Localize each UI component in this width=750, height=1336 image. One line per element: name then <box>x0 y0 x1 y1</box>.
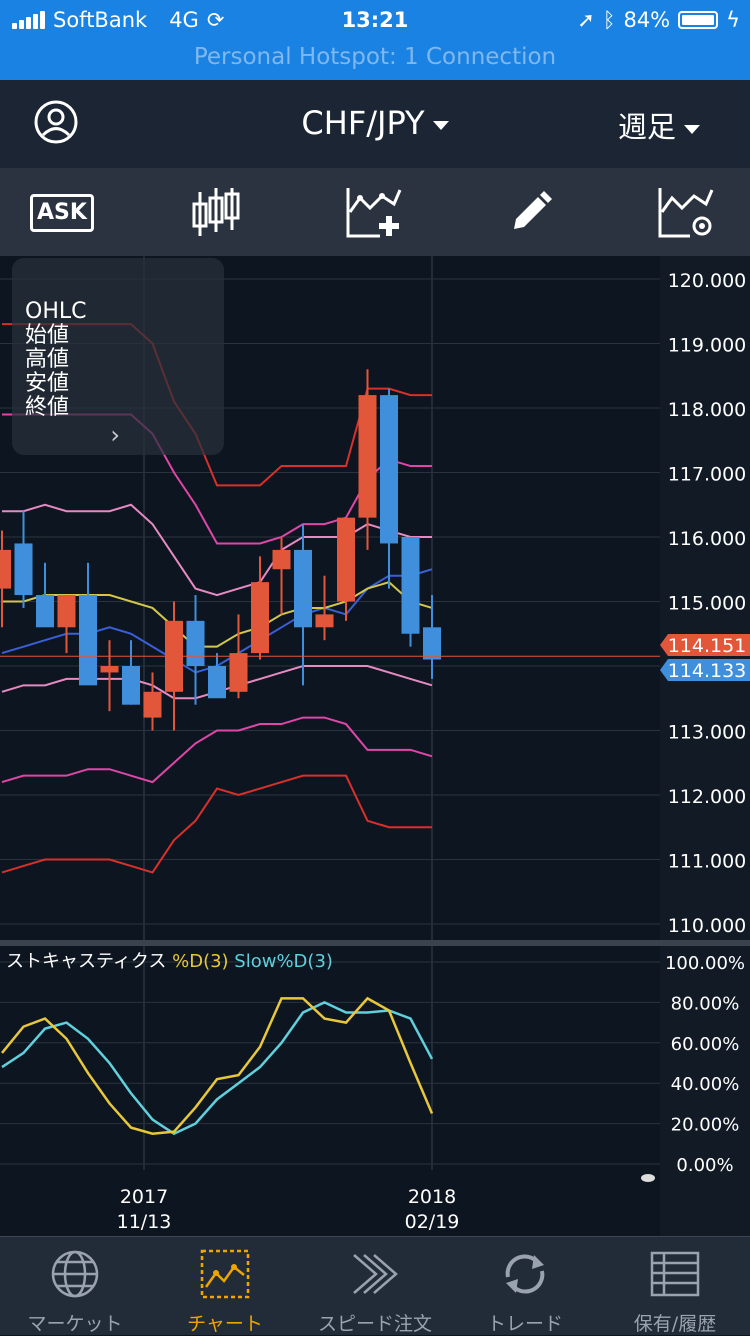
pencil-icon <box>514 191 552 229</box>
stoch-legend: ストキャスティクス %D(3) Slow%D(3) <box>6 951 333 972</box>
pane-divider <box>0 940 750 946</box>
ohlc-close-label: 終値 <box>25 395 70 420</box>
location-icon: ➚ <box>577 8 595 32</box>
candle-body <box>36 595 54 628</box>
tab-speed-order[interactable]: スピード注文 <box>300 1237 450 1335</box>
stoch-axis-label: 100.00% <box>665 953 745 974</box>
period-label: 週足 <box>617 110 676 144</box>
tab-label: チャート <box>187 1313 263 1335</box>
stoch-axis-label: 20.00% <box>671 1115 740 1136</box>
hotspot-banner[interactable]: Personal Hotspot: 1 Connection <box>0 44 750 70</box>
candlestick-icon <box>192 188 240 236</box>
indicator-settings-button[interactable] <box>654 184 718 242</box>
period-selector[interactable]: 週足 <box>618 104 700 146</box>
tab-label: マーケット <box>27 1313 123 1335</box>
currency-pair-label: CHF/JPY <box>301 104 425 142</box>
tab-trade[interactable]: トレード <box>450 1237 600 1335</box>
tab-chart[interactable]: チャート <box>150 1237 300 1335</box>
tab-bar: マーケット チャート スピード注文 トレード 保有/履歴 <box>0 1236 750 1335</box>
charging-icon: ϟ <box>726 8 740 32</box>
stoch-title: ストキャスティクス <box>6 951 172 972</box>
ohlc-open-label: 始値 <box>25 323 70 348</box>
tab-label: トレード <box>486 1313 563 1335</box>
chart-settings-icon <box>658 188 714 238</box>
chevron-down-icon <box>684 124 700 134</box>
candle-body <box>143 691 162 718</box>
tab-positions-history[interactable]: 保有/履歴 <box>600 1237 750 1335</box>
chart-toolbar: ASK <box>0 168 750 256</box>
ohlc-panel[interactable]: OHLC 始値 高値 安値 終値 › <box>12 258 224 455</box>
tab-label: スピード注文 <box>317 1313 432 1335</box>
candle-body <box>122 666 140 705</box>
price-axis-label: 110.000 <box>668 915 747 937</box>
ohlc-low-label: 安値 <box>25 371 70 396</box>
candle-body <box>272 549 291 570</box>
price-axis-label: 111.000 <box>668 851 747 873</box>
stoch-axis-label: 0.00% <box>676 1155 733 1176</box>
price-axis-label: 113.000 <box>668 722 747 744</box>
candle-body <box>0 549 11 589</box>
candle-body <box>401 537 420 634</box>
battery-icon <box>678 11 719 29</box>
chart-icon <box>200 1249 250 1299</box>
stoch-slow-label: Slow%D(3) <box>234 951 333 972</box>
candle-body <box>251 582 269 654</box>
candle-body <box>57 595 76 628</box>
list-icon <box>650 1251 700 1297</box>
ask-toggle-button[interactable]: ASK <box>30 184 94 242</box>
candle-body <box>208 666 226 699</box>
refresh-arrows-icon <box>505 1254 545 1294</box>
stoch-axis-label: 80.00% <box>671 993 740 1014</box>
candle-body <box>229 653 248 692</box>
ask-price-label: 114.151 <box>668 635 747 657</box>
bluetooth-icon: ᛒ <box>602 8 616 32</box>
date-axis-year: 2017 <box>120 1186 168 1208</box>
chart-add-icon <box>346 188 402 238</box>
status-bar: SoftBank 4G ⟳ 13:21 ➚ ᛒ 84% ϟ Personal H… <box>0 0 750 80</box>
price-axis-label: 118.000 <box>668 399 747 421</box>
speed-arrows-icon <box>353 1254 398 1294</box>
candle-body <box>380 395 398 544</box>
candle-body <box>337 517 355 602</box>
chevron-down-icon <box>432 120 449 130</box>
candle-body <box>100 666 119 673</box>
chevron-right-icon[interactable]: › <box>110 423 120 447</box>
date-axis-year: 2018 <box>408 1186 456 1208</box>
tab-label: 保有/履歴 <box>633 1313 717 1335</box>
ohlc-high-label: 高値 <box>25 347 70 372</box>
bid-price-label: 114.133 <box>668 660 747 682</box>
date-axis-date: 02/19 <box>405 1211 460 1233</box>
price-axis-label: 119.000 <box>668 335 747 357</box>
price-axis-label: 115.000 <box>668 593 747 615</box>
add-indicator-button[interactable] <box>342 184 406 242</box>
candle-body <box>294 549 312 628</box>
ohlc-title: OHLC <box>25 299 87 324</box>
price-axis-label: 112.000 <box>668 786 747 808</box>
candle-body <box>358 395 377 518</box>
candle-body <box>14 543 33 596</box>
nav-bar: CHF/JPY 週足 <box>0 80 750 168</box>
candle-body <box>79 595 97 686</box>
stoch-axis-label: 40.00% <box>671 1074 740 1095</box>
globe-icon <box>51 1250 99 1298</box>
scroll-indicator <box>641 1174 655 1182</box>
date-axis-date: 11/13 <box>117 1211 172 1233</box>
price-axis-label: 120.000 <box>668 270 747 292</box>
tab-market[interactable]: マーケット <box>0 1237 150 1335</box>
chart-type-button[interactable] <box>184 184 248 242</box>
price-axis-label: 117.000 <box>668 464 747 486</box>
stoch-axis-label: 60.00% <box>671 1034 740 1055</box>
price-axis-label: 116.000 <box>668 528 747 550</box>
candle-body <box>423 627 441 660</box>
candle-body <box>186 620 205 666</box>
battery-percent: 84% <box>623 8 671 32</box>
stoch-d-label: %D(3) <box>172 951 234 972</box>
ask-label: ASK <box>30 194 94 232</box>
drawing-tool-button[interactable] <box>498 184 562 242</box>
candle-body <box>315 614 334 628</box>
